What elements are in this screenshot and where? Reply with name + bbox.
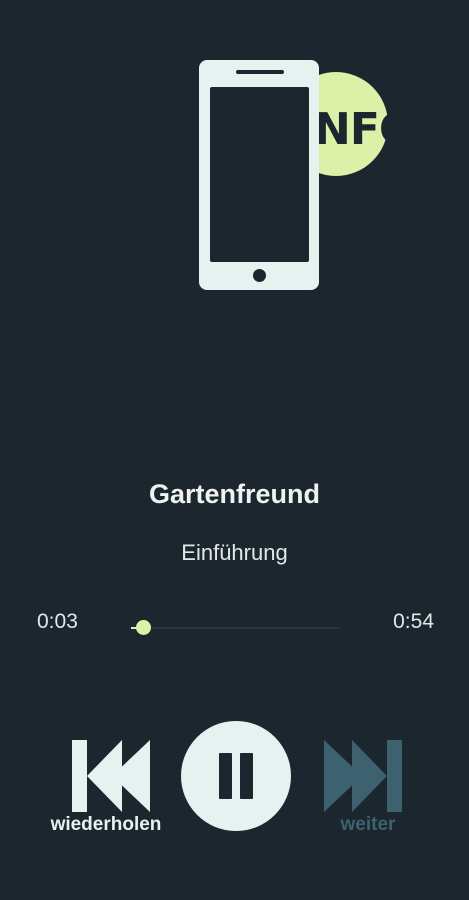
- pause-icon: [219, 753, 232, 799]
- skip-back-icon: [50, 740, 162, 812]
- next-button[interactable]: weiter: [312, 740, 424, 836]
- total-time: 0:54: [393, 610, 434, 633]
- next-label: weiter: [340, 814, 396, 835]
- phone-home-button: [253, 269, 266, 282]
- replay-button[interactable]: wiederholen: [50, 740, 162, 836]
- phone-icon: [199, 60, 319, 290]
- pause-icon-bar: [240, 753, 253, 799]
- skip-forward-icon: [312, 740, 424, 812]
- seek-bar-thumb[interactable]: [136, 620, 151, 635]
- audio-player-screen: NFC Gartenfreund Einführung 0:03 0:54 wi…: [0, 0, 469, 900]
- nfc-phone-illustration: NFC: [180, 50, 411, 300]
- nfc-badge-text: NFC: [314, 104, 411, 155]
- pause-button[interactable]: [181, 721, 291, 831]
- track-subtitle: Einführung: [181, 540, 288, 565]
- phone-speaker: [236, 70, 284, 74]
- phone-screen: [210, 87, 309, 262]
- seek-bar[interactable]: [131, 620, 339, 635]
- replay-label: wiederholen: [50, 814, 162, 835]
- current-time: 0:03: [37, 610, 78, 633]
- track-title: Gartenfreund: [148, 479, 321, 509]
